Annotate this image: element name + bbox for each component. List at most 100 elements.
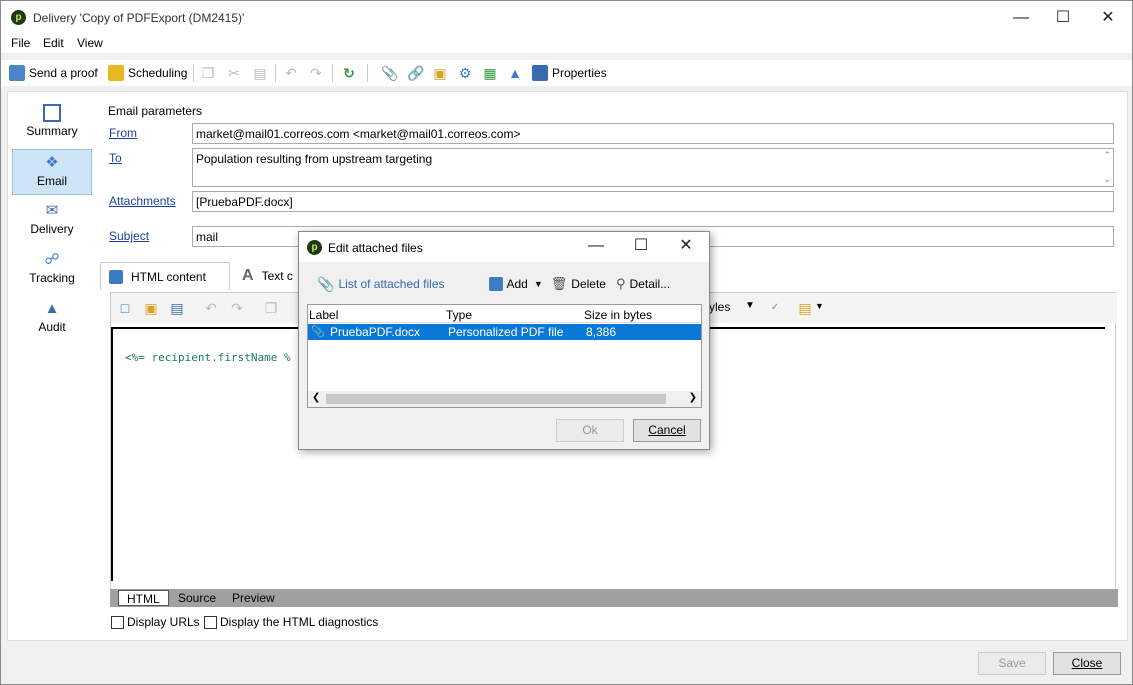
attachments-field[interactable]: [PruebaPDF.docx] (192, 191, 1114, 212)
email-parameters-heading: Email parameters (108, 104, 203, 118)
close-icon[interactable]: ✕ (676, 237, 696, 255)
paste-icon[interactable]: ▤ (252, 65, 268, 81)
gear-icon[interactable]: ⚙ (457, 65, 473, 81)
tab-html[interactable]: HTML (118, 590, 169, 606)
detail-button[interactable]: Detail... (630, 277, 671, 291)
user-icon[interactable]: ▲ (507, 65, 523, 81)
window-title: Delivery 'Copy of PDFExport (DM2415)' (33, 11, 245, 25)
display-urls-option[interactable]: Display URLs (111, 615, 200, 629)
calculator-icon[interactable]: ▦ (482, 65, 498, 81)
cancel-button[interactable]: Cancel (633, 419, 701, 442)
undo-icon[interactable]: ↶ (283, 65, 299, 81)
nav-audit-label: Audit (38, 320, 66, 334)
scroll-thumb[interactable] (326, 394, 666, 404)
attachments-link[interactable]: Attachments (109, 194, 176, 208)
send-proof-label: Send a proof (29, 66, 98, 80)
attachment-icon[interactable]: 📎 (381, 65, 398, 81)
nav-summary[interactable]: Summary (12, 100, 92, 146)
table-row[interactable]: 📎 PruebaPDF.docx Personalized PDF file 8… (308, 324, 701, 340)
scroll-up-icon[interactable]: ⌃ (1103, 150, 1111, 161)
trash-icon[interactable]: 🗑 (551, 276, 568, 292)
col-type[interactable]: Type (446, 308, 472, 322)
properties-label: Properties (552, 66, 607, 80)
display-urls-checkbox[interactable] (111, 615, 124, 629)
minimize-icon[interactable]: — (586, 237, 606, 255)
col-size[interactable]: Size in bytes (584, 308, 652, 322)
menu-edit[interactable]: Edit (43, 36, 64, 50)
tab-html-content[interactable]: HTML content (100, 262, 230, 290)
menu-bar: File Edit View (1, 35, 1132, 53)
styles-dropdown[interactable]: yles (709, 300, 730, 314)
scroll-right-icon[interactable]: ❯ (689, 392, 697, 403)
tab-source[interactable]: Source (170, 590, 224, 606)
copy-icon[interactable]: ❐ (200, 65, 216, 81)
tracking-icon: ☍ (44, 251, 60, 268)
close-button[interactable]: Close (1053, 652, 1121, 675)
edit-attached-files-dialog: p Edit attached files — ☐ ✕ 📎 List of at… (298, 231, 710, 450)
display-diagnostics-option[interactable]: Display the HTML diagnostics (204, 615, 378, 629)
summary-icon (43, 104, 61, 122)
calendar-icon (108, 65, 124, 81)
toolbar-separator (275, 64, 276, 82)
html-doc-icon (109, 269, 123, 284)
nav-summary-label: Summary (26, 124, 78, 138)
link-icon[interactable]: 🔗 (407, 65, 424, 81)
search-icon[interactable]: ⚲ (616, 276, 626, 292)
delete-button[interactable]: Delete (571, 277, 606, 291)
chevron-down-icon[interactable]: ▼ (815, 301, 824, 311)
folder-icon[interactable]: ▣ (143, 300, 159, 316)
nav-delivery[interactable]: ✉ Delivery (12, 198, 92, 244)
from-link[interactable]: From (109, 126, 137, 140)
add-icon[interactable] (488, 277, 503, 291)
ok-button[interactable]: Ok (556, 419, 624, 442)
maximize-icon[interactable]: ☐ (631, 237, 651, 255)
redo-icon[interactable]: ↷ (229, 300, 245, 316)
scheduling-button[interactable]: Scheduling (108, 64, 187, 82)
new-doc-icon[interactable]: □ (117, 300, 133, 316)
app-icon: p (11, 10, 26, 25)
minimize-icon[interactable]: — (1011, 9, 1031, 27)
maximize-icon[interactable]: ☐ (1053, 9, 1073, 27)
undo-icon[interactable]: ↶ (203, 300, 219, 316)
audit-icon: ▲ (44, 300, 60, 317)
nav-email[interactable]: ❖ Email (12, 149, 92, 195)
gift-icon[interactable]: ▣ (432, 65, 448, 81)
to-field[interactable]: Population resulting from upstream targe… (192, 148, 1114, 187)
tab-text-label: Text c (261, 269, 293, 283)
nav-email-label: Email (36, 174, 67, 188)
save-button[interactable]: Save (978, 652, 1046, 675)
scroll-down-icon[interactable]: ⌄ (1103, 174, 1111, 185)
copy-icon[interactable]: ❐ (263, 300, 279, 316)
envelope-icon (9, 65, 25, 81)
dialog-app-icon: p (307, 240, 322, 255)
cut-icon[interactable]: ✂ (226, 65, 242, 81)
subject-link[interactable]: Subject (109, 229, 149, 243)
display-diagnostics-checkbox[interactable] (204, 615, 217, 629)
refresh-icon[interactable]: ↻ (341, 65, 357, 81)
col-label[interactable]: Label (309, 308, 338, 322)
horizontal-scrollbar[interactable]: ❮ ❯ (308, 391, 701, 407)
scroll-left-icon[interactable]: ❮ (312, 392, 320, 403)
display-urls-label: Display URLs (127, 615, 200, 629)
tab-preview[interactable]: Preview (224, 590, 283, 606)
personalize-icon[interactable]: ▤ (797, 300, 813, 316)
redo-icon[interactable]: ↷ (308, 65, 324, 81)
tab-text-content[interactable]: A Text c (234, 262, 304, 290)
nav-tracking[interactable]: ☍ Tracking (12, 247, 92, 293)
spellcheck-icon[interactable]: ✓ (767, 300, 783, 316)
close-icon[interactable]: ✕ (1098, 9, 1118, 27)
menu-file[interactable]: File (11, 36, 30, 50)
properties-button[interactable]: Properties (532, 64, 607, 82)
chevron-down-icon[interactable]: ▼ (534, 279, 543, 289)
chevron-down-icon[interactable]: ▼ (745, 300, 755, 311)
email-icon: ❖ (45, 154, 59, 171)
send-proof-button[interactable]: Send a proof (9, 64, 98, 82)
attachments-grid: Label Type Size in bytes 📎 PruebaPDF.doc… (307, 304, 702, 408)
nav-audit[interactable]: ▲ Audit (12, 296, 92, 342)
menu-view[interactable]: View (77, 36, 103, 50)
from-field[interactable]: market@mail01.correos.com <market@mail01… (192, 123, 1114, 144)
save-icon[interactable]: ▤ (169, 300, 185, 316)
toolbar-separator (332, 64, 333, 82)
to-link[interactable]: To (109, 151, 122, 165)
add-button[interactable]: Add (507, 277, 528, 291)
